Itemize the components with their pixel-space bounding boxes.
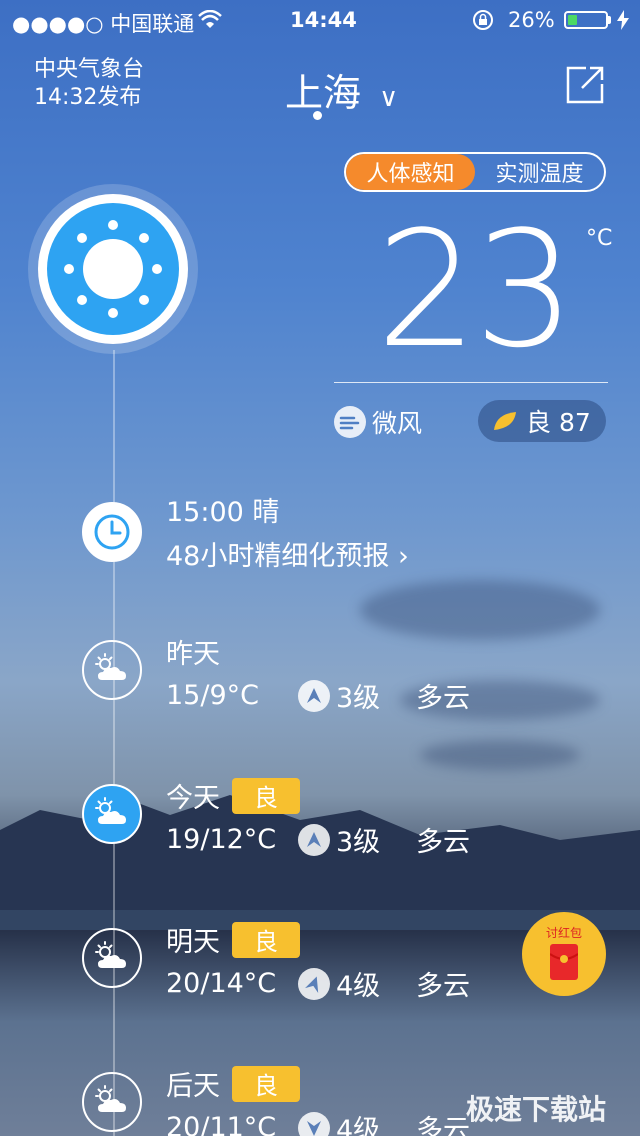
rotation-lock-icon	[473, 10, 493, 30]
day-weather-icon	[82, 640, 142, 700]
day-weather-icon	[82, 1072, 142, 1132]
day-name: 今天	[166, 783, 220, 814]
watermark-text: 极速下载站	[466, 1093, 607, 1126]
divider	[334, 382, 608, 383]
day-temp-range: 15/9°C	[166, 680, 259, 711]
wind-label: 微风	[372, 409, 423, 438]
wind-icon	[334, 406, 366, 438]
timeline-line	[113, 350, 115, 1136]
wind-direction-icon	[298, 679, 330, 712]
toggle-feels-like[interactable]: 人体感知	[346, 154, 475, 190]
temperature-mode-toggle[interactable]: 人体感知 实测温度	[344, 152, 606, 192]
day-temp-range: 20/14°C	[166, 968, 277, 999]
weather-screen: { "status_bar": { "carrier": "●●●●○ 中国联通…	[0, 0, 640, 1136]
day-weather: 多云	[416, 683, 470, 714]
day-wind-level: 4级	[336, 971, 381, 1002]
toggle-measured[interactable]: 实测温度	[475, 154, 604, 190]
forecast-source: 中央气象台	[34, 57, 145, 82]
current-weather-icon	[38, 194, 188, 344]
day-name: 后天	[166, 1071, 220, 1102]
day-header: 今天 良	[166, 776, 300, 815]
day-wind-level: 3级	[336, 827, 381, 858]
day-temp-range: 20/11°C	[166, 1112, 277, 1136]
aqi-badge: 良	[232, 777, 300, 814]
cloud	[360, 580, 600, 640]
day-weather: 多云	[416, 827, 470, 858]
day-weather: 多云	[416, 971, 470, 1002]
cloud	[420, 740, 580, 770]
aqi-badge: 良	[232, 921, 300, 958]
cloud-sun-icon	[92, 940, 132, 976]
wind-info: 微风	[334, 404, 422, 440]
sun-icon	[64, 220, 162, 318]
battery-icon	[564, 11, 608, 29]
page-indicator	[313, 111, 322, 120]
day-weather: 多云	[416, 1115, 470, 1136]
hourly-forecast-link[interactable]: 48小时精细化预报 ›	[166, 534, 409, 573]
aqi-badge: 良	[232, 1065, 300, 1102]
clock-icon	[82, 502, 142, 562]
day-name: 明天	[166, 927, 220, 958]
battery-tip	[608, 16, 611, 24]
current-temperature: 23	[376, 196, 576, 383]
aqi-pill[interactable]: 良 87	[478, 400, 606, 442]
hourly-summary: 15:00 晴	[166, 497, 280, 528]
day-header: 昨天	[166, 632, 220, 671]
carrier-label: ●●●●○ 中国联通	[12, 12, 195, 36]
temperature-unit: °C	[586, 226, 613, 251]
wifi-icon	[198, 10, 222, 28]
day-wind-level: 3级	[336, 683, 381, 714]
cloud-sun-icon	[92, 652, 132, 688]
day-temp-range: 19/12°C	[166, 824, 277, 855]
red-packet-label: 讨红包	[545, 926, 582, 940]
day-header: 明天 良	[166, 920, 300, 959]
day-weather-icon	[82, 928, 142, 988]
red-envelope-icon	[550, 944, 578, 980]
day-details: 19/12°C 3级 多云	[166, 820, 470, 859]
day-details: 20/11°C 4级 多云	[166, 1108, 470, 1136]
day-details: 15/9°C 3级 多云	[166, 676, 470, 715]
leaf-icon	[494, 412, 516, 430]
chevron-down-icon: ∨	[379, 83, 399, 113]
day-name: 昨天	[166, 639, 220, 670]
clock: 14:44	[290, 8, 357, 32]
share-icon[interactable]	[566, 66, 606, 104]
day-weather-icon	[82, 784, 142, 844]
city-name: 上海	[285, 71, 362, 115]
wind-direction-icon	[298, 1111, 330, 1136]
charging-icon	[617, 10, 629, 30]
city-selector[interactable]: 上海 ∨	[285, 62, 398, 117]
battery-percent: 26%	[508, 8, 555, 32]
wind-direction-icon	[298, 823, 330, 856]
red-packet-button[interactable]: 讨红包	[522, 912, 606, 996]
day-wind-level: 4级	[336, 1115, 381, 1136]
day-header: 后天 良	[166, 1064, 300, 1103]
aqi-label: 良 87	[526, 408, 591, 437]
wind-direction-icon	[298, 967, 330, 1000]
cloud-sun-icon	[92, 1084, 132, 1120]
publish-time: 14:32发布	[34, 85, 142, 110]
cloud-sun-icon	[92, 796, 132, 832]
day-details: 20/14°C 4级 多云	[166, 964, 470, 1003]
